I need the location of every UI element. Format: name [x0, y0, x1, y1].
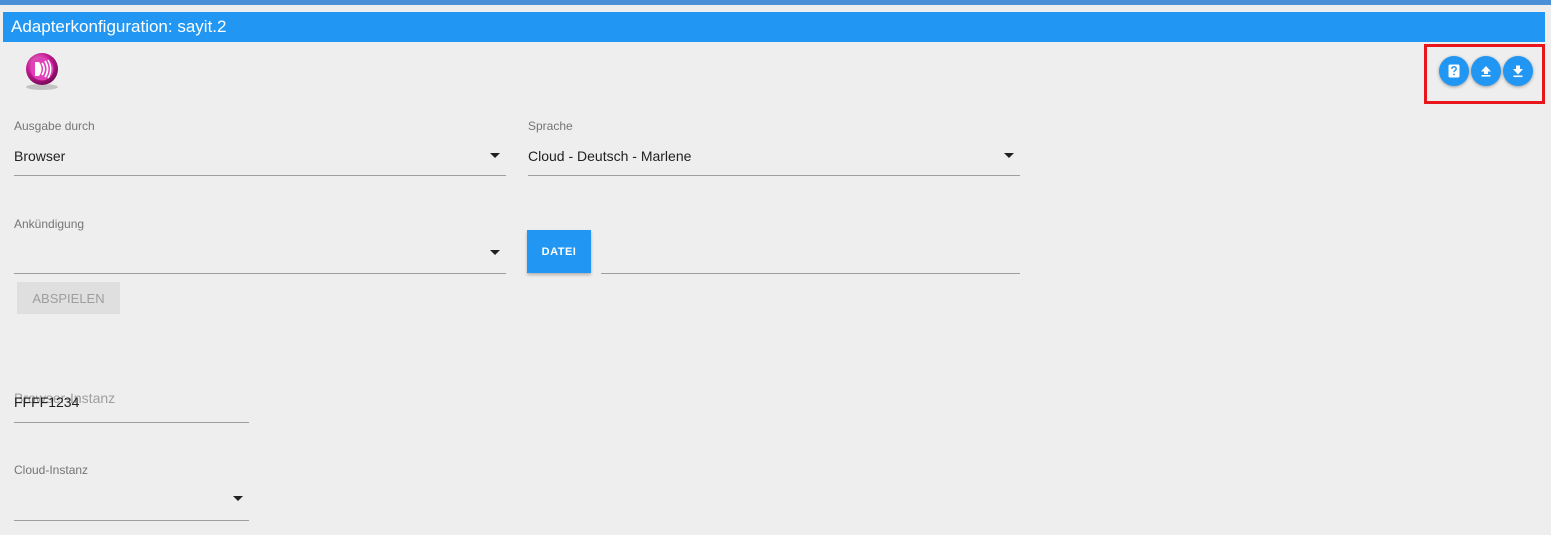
file-button[interactable]: DATEI [527, 230, 591, 273]
cloud-instance-select[interactable]: Cloud-Instanz [14, 462, 249, 521]
chevron-down-icon [490, 250, 500, 255]
browser-instance-underline [14, 422, 249, 423]
output-label: Ausgabe durch [14, 119, 95, 133]
page-title: Adapterkonfiguration: sayit.2 [3, 12, 1545, 42]
file-path-underline [601, 273, 1020, 274]
cloud-instance-underline [14, 520, 249, 521]
play-button: ABSPIELEN [17, 282, 120, 314]
download-button[interactable] [1503, 56, 1533, 86]
top-accent-strip [0, 0, 1551, 5]
chevron-down-icon [1004, 153, 1014, 158]
output-value: Browser [14, 148, 66, 164]
announcement-label: Ankündigung [14, 217, 85, 231]
cloud-instance-label: Cloud-Instanz [14, 463, 89, 477]
announcement-select[interactable]: Ankündigung [14, 216, 506, 274]
language-label: Sprache [528, 119, 573, 133]
download-icon [1513, 65, 1523, 78]
output-select[interactable]: Ausgabe durch Browser [14, 118, 506, 176]
output-underline [14, 175, 506, 176]
chevron-down-icon [490, 153, 500, 158]
sayit-logo-icon [26, 53, 58, 90]
file-path-input[interactable] [601, 244, 1019, 268]
announcement-underline [14, 273, 506, 274]
language-value: Cloud - Deutsch - Marlene [528, 148, 692, 164]
upload-button[interactable] [1471, 56, 1501, 86]
browser-instance-input[interactable] [14, 392, 248, 412]
chevron-down-icon [233, 496, 243, 501]
help-button[interactable] [1439, 56, 1469, 86]
language-select[interactable]: Sprache Cloud - Deutsch - Marlene [528, 118, 1020, 176]
upload-icon [1481, 66, 1491, 77]
help-icon [1448, 64, 1460, 78]
language-underline [528, 175, 1020, 176]
